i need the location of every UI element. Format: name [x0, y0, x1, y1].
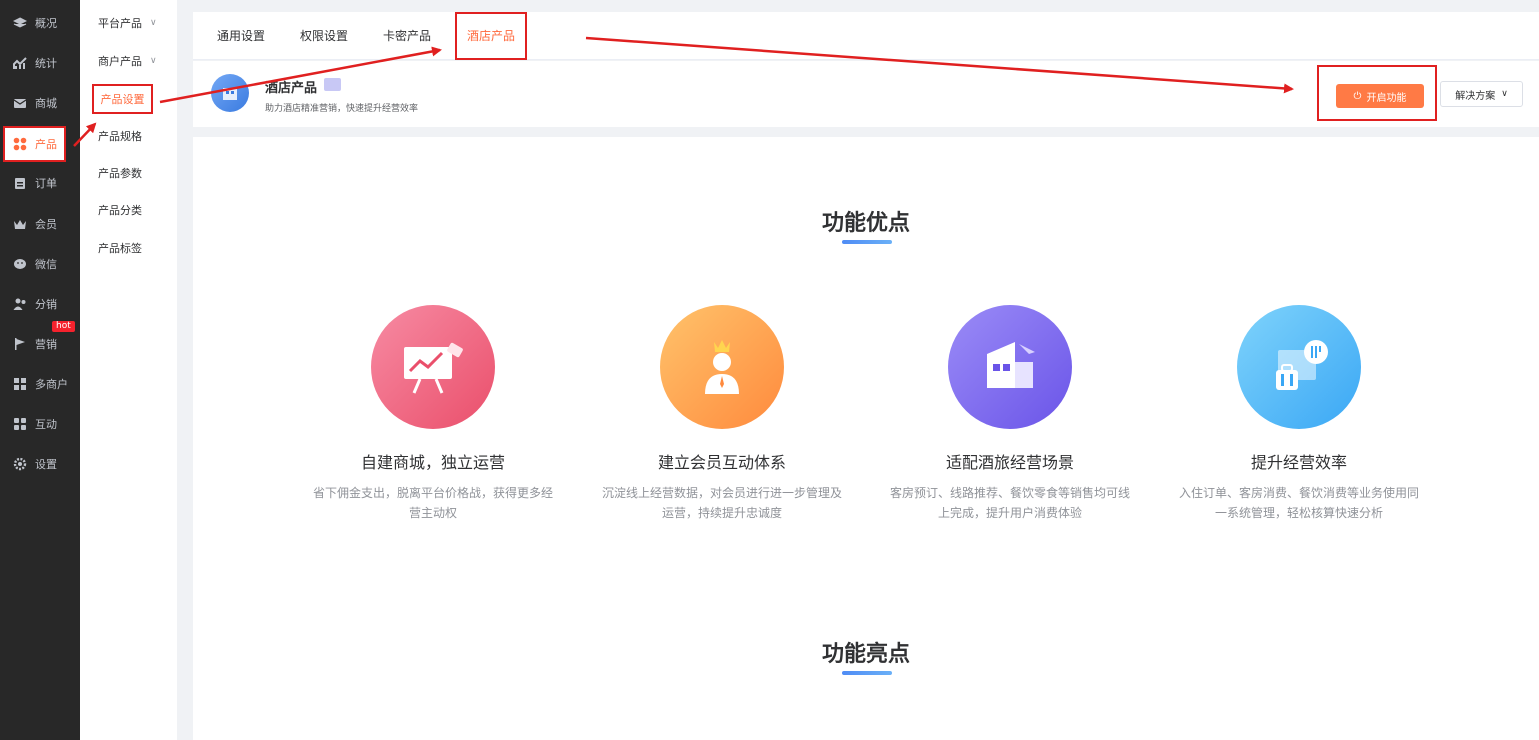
nav-item-overview[interactable]: 概况: [0, 3, 80, 43]
nav-item-orders[interactable]: 订单: [0, 163, 80, 203]
enable-feature-button[interactable]: ⏻ 开启功能: [1336, 84, 1424, 108]
presentation-icon: [371, 305, 495, 429]
nav-item-label: 产品: [35, 138, 57, 151]
chart-icon: [13, 56, 27, 70]
title-underline: [842, 240, 892, 244]
feature-card: 自建商城，独立运营 省下佣金支出，脱离平台价格战，获得更多经营主动权: [303, 305, 563, 523]
subnav-item-product-settings[interactable]: 产品设置: [92, 84, 153, 114]
page-subtitle: 助力酒店精准营销，快速提升经营效率: [265, 104, 419, 114]
subnav-item-product-params[interactable]: 产品参数: [98, 165, 142, 181]
grid-icon: [13, 137, 27, 151]
tab-general-settings[interactable]: 通用设置: [217, 12, 265, 60]
feature-desc: 客房预订、线路推荐、餐饮零食等销售均可线上完成，提升用户消费体验: [889, 486, 1130, 520]
nav-item-product[interactable]: 产品: [3, 126, 66, 162]
nav-item-stats[interactable]: 统计: [0, 43, 80, 83]
store-icon: [13, 377, 27, 391]
highlights-title: 功能亮点: [821, 642, 910, 667]
nav-item-label: 概况: [35, 17, 57, 30]
main-nav: 概况 统计 商城 产品 订单 会员 微信 分销 营销 多商户 互动 设置 hot: [0, 0, 80, 740]
subnav-item-product-tags[interactable]: 产品标签: [98, 240, 142, 256]
subnav-item-merchant-products[interactable]: 商户产品 ∨: [98, 53, 157, 69]
subnav-item-label: 平台产品: [98, 17, 142, 30]
layers-icon: [13, 16, 27, 30]
subnav-item-label: 商户产品: [98, 55, 142, 68]
gear-icon: [13, 457, 27, 471]
users-icon: [13, 297, 27, 311]
nav-item-label: 统计: [35, 57, 57, 70]
chevron-down-icon: ∨: [1501, 89, 1508, 99]
tab-card-products[interactable]: 卡密产品: [383, 12, 431, 60]
nav-item-label: 互动: [35, 418, 57, 431]
power-icon: ⏻: [1353, 90, 1362, 102]
advantages-title: 功能优点: [821, 211, 910, 236]
tab-hotel-products[interactable]: 酒店产品: [455, 12, 528, 60]
apps-icon: [13, 417, 27, 431]
chevron-down-icon: ∨: [150, 18, 157, 28]
subnav-item-label: 产品参数: [98, 167, 142, 180]
nav-item-multi-merchant[interactable]: 多商户: [0, 364, 80, 404]
subnav-item-label: 产品设置: [100, 93, 145, 106]
nav-item-label: 多商户: [35, 378, 68, 391]
title-badge: [324, 78, 341, 91]
subnav-item-product-specs[interactable]: 产品规格: [98, 128, 142, 144]
feature-header: 酒店产品 助力酒店精准营销，快速提升经营效率 ⏻ 开启功能 解决方案 ∨: [193, 61, 1539, 127]
member-icon: [660, 305, 784, 429]
chevron-down-icon: ∨: [150, 56, 157, 66]
feature-card: 提升经营效率 入住订单、客房消费、餐饮消费等业务使用同一系统管理，轻松核算快速分…: [1169, 305, 1429, 523]
nav-item-distribution[interactable]: 分销: [0, 284, 80, 324]
wechat-icon: [13, 257, 27, 271]
nav-item-label: 营销: [35, 338, 57, 351]
hotel-logo-icon: [211, 74, 249, 112]
feature-title: 提升经营效率: [1250, 453, 1347, 472]
title-underline: [842, 671, 892, 675]
page-title: 酒店产品: [265, 81, 318, 96]
sub-nav: 平台产品 ∨ 商户产品 ∨ 产品设置 产品规格 产品参数 产品分类 产品标签: [80, 0, 177, 740]
enable-highlight-box: ⏻ 开启功能: [1317, 65, 1437, 121]
subnav-item-product-category[interactable]: 产品分类: [98, 202, 142, 218]
feature-desc: 入住订单、客房消费、餐饮消费等业务使用同一系统管理，轻松核算快速分析: [1178, 486, 1419, 520]
nav-item-label: 商城: [35, 97, 57, 110]
subnav-item-platform-products[interactable]: 平台产品 ∨: [98, 15, 157, 31]
feature-title: 建立会员互动体系: [657, 453, 786, 472]
nav-item-label: 订单: [35, 177, 57, 190]
crown-icon: [13, 217, 27, 231]
nav-item-wechat[interactable]: 微信: [0, 244, 80, 284]
hotel-icon: [948, 305, 1072, 429]
mail-icon: [13, 96, 27, 110]
enable-feature-label: 开启功能: [1366, 92, 1407, 104]
feature-title: 适配酒旅经营场景: [945, 453, 1074, 472]
subnav-item-label: 产品标签: [98, 242, 142, 255]
tab-bar: 通用设置 权限设置 卡密产品 酒店产品: [193, 12, 1539, 60]
feature-card: 适配酒旅经营场景 客房预订、线路推荐、餐饮零食等销售均可线上完成，提升用户消费体…: [880, 305, 1140, 523]
nav-item-label: 微信: [35, 258, 57, 271]
nav-item-settings[interactable]: 设置: [0, 444, 80, 484]
solution-dropdown[interactable]: 解决方案 ∨: [1440, 81, 1523, 107]
solution-label: 解决方案: [1455, 90, 1496, 102]
feature-desc: 沉淀线上经营数据，对会员进行进一步管理及运营，持续提升忠诚度: [601, 486, 842, 520]
feature-card: 建立会员互动体系 沉淀线上经营数据，对会员进行进一步管理及运营，持续提升忠诚度: [592, 305, 852, 523]
subnav-item-label: 产品规格: [98, 130, 142, 143]
tab-permission-settings[interactable]: 权限设置: [300, 12, 348, 60]
nav-item-mall[interactable]: 商城: [0, 83, 80, 123]
clipboard-icon: [13, 176, 27, 190]
subnav-item-label: 产品分类: [98, 204, 142, 217]
nav-item-label: 分销: [35, 298, 57, 311]
flag-icon: [13, 337, 27, 351]
nav-item-interaction[interactable]: 互动: [0, 404, 80, 444]
nav-item-members[interactable]: 会员: [0, 204, 80, 244]
nav-item-label: 会员: [35, 218, 57, 231]
hot-badge: hot: [52, 321, 75, 332]
nav-item-label: 设置: [35, 458, 57, 471]
feature-desc: 省下佣金支出，脱离平台价格战，获得更多经营主动权: [312, 486, 553, 520]
luggage-icon: [1237, 305, 1361, 429]
main-content: 功能优点 自建商城，独立运营 省下佣金支出，脱离平台价格战，获得更多经营主动权 …: [193, 137, 1539, 740]
feature-title: 自建商城，独立运营: [360, 453, 505, 472]
